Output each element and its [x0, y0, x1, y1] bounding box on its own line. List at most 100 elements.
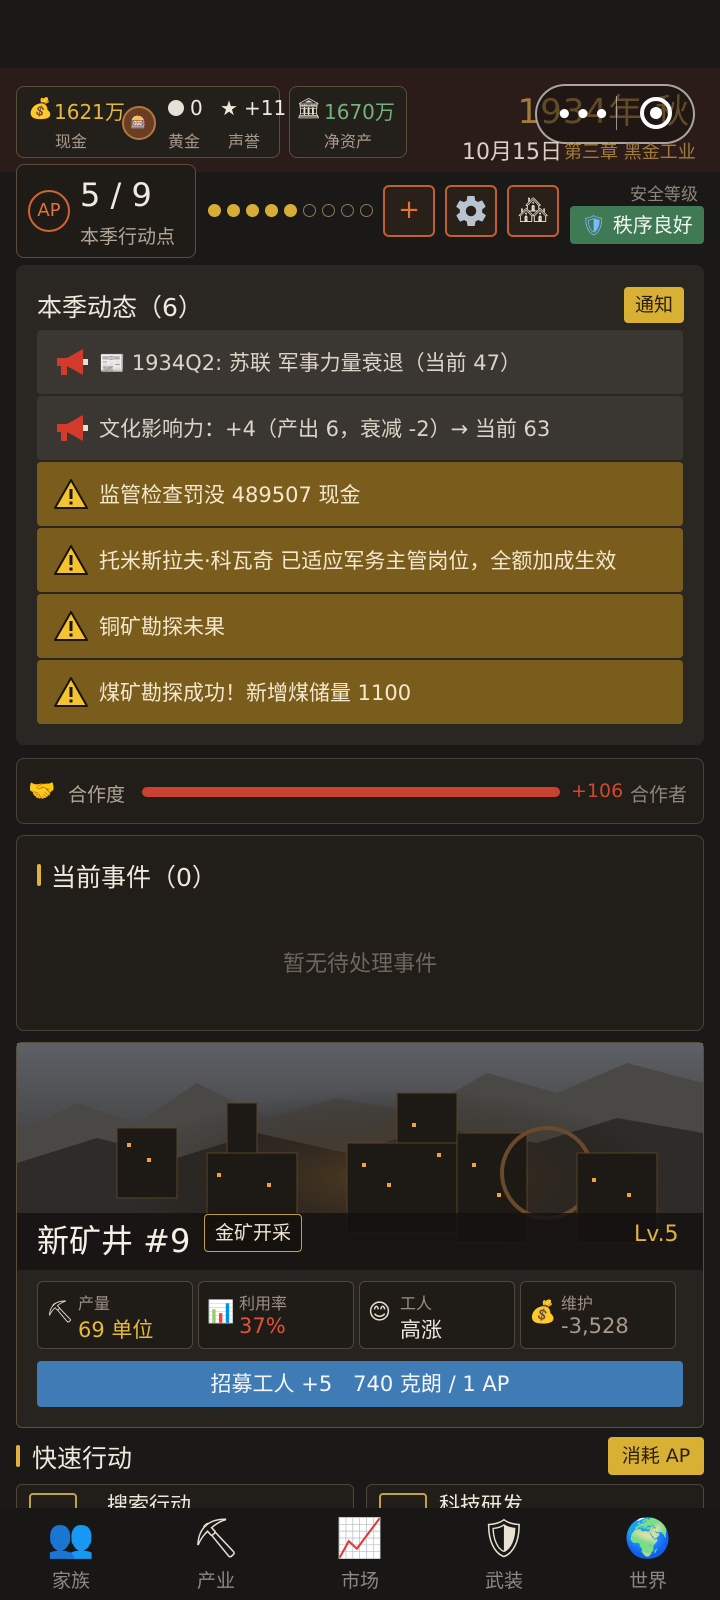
settings-button[interactable]	[445, 185, 497, 237]
cooperation-label: 合作度	[68, 784, 126, 806]
feed-item-text: 煤矿勘探成功！新增煤储量 1100	[99, 681, 412, 705]
nav-armed[interactable]: 🛡 武装	[454, 1512, 554, 1600]
ap-dot-filled	[246, 204, 259, 217]
mine-stat-value: -3,528	[561, 1314, 629, 1338]
feed-item[interactable]: 铜矿勘探未果	[37, 594, 683, 658]
home-button[interactable]: 🏘	[507, 185, 559, 237]
feed-item-text: 文化影响力：+4（产出 6，衰减 -2）→ 当前 63	[99, 417, 551, 441]
nav-label: 家族	[51, 1570, 90, 1592]
house-icon: 🏘	[517, 196, 549, 224]
chart-icon: 📈	[336, 1516, 384, 1560]
quick-actions-accent	[16, 1445, 20, 1467]
ap-badge: AP	[28, 190, 70, 232]
feed-item-text: 托米斯拉夫·科瓦奇 已适应军务主管岗位，全额加成生效	[99, 549, 617, 573]
ap-dot-filled	[265, 204, 278, 217]
pickaxe-icon: ⛏	[46, 1300, 74, 1325]
cooperation-status: 合作者	[630, 784, 688, 806]
shield-icon: 🛡	[581, 213, 607, 237]
megaphone-icon	[57, 349, 88, 375]
feed-item[interactable]: 监管检查罚没 489507 现金	[37, 462, 683, 526]
nav-label: 世界	[628, 1570, 667, 1592]
security-level-title: 安全等级	[630, 185, 698, 205]
notice-button[interactable]: 通知	[624, 287, 684, 323]
bar-chart-icon: 📊	[207, 1300, 235, 1325]
mine-name: 新矿井 #9	[37, 1222, 191, 1260]
mine-stat-label: 产量	[78, 1294, 111, 1313]
ap-dots	[208, 204, 373, 218]
cooperation-bar	[142, 787, 560, 797]
warning-icon	[54, 677, 88, 707]
shield-icon: 🛡	[479, 1516, 529, 1560]
feed-item-text: 监管检查罚没 489507 现金	[99, 483, 361, 507]
reputation-label: 声誉	[228, 132, 261, 151]
money-bag-icon: 💰	[529, 1300, 557, 1325]
ap-dot-empty	[322, 204, 335, 217]
events-title-accent	[37, 864, 41, 886]
pickaxe-icon: ⛏	[191, 1516, 241, 1560]
nav-label: 市场	[340, 1570, 379, 1592]
ap-dot-empty	[360, 204, 373, 217]
ap-label: 本季行动点	[80, 226, 176, 248]
mine-stat-1: 📊 利用率 37%	[198, 1281, 354, 1349]
date-text: 10月15日	[462, 140, 562, 165]
gold-coin-icon	[168, 100, 184, 116]
globe-icon: 🌍	[624, 1516, 672, 1560]
nav-family[interactable]: 👥 家族	[21, 1512, 121, 1600]
mine-stat-label: 利用率	[239, 1294, 288, 1313]
ap-dot-empty	[341, 204, 354, 217]
mine-stat-0: ⛏ 产量 69 单位	[37, 1281, 193, 1349]
net-assets-value: 1670万	[324, 100, 395, 124]
cash-value: 1621万	[54, 100, 125, 124]
feed-item-text: 铜矿勘探未果	[99, 615, 225, 639]
warning-icon	[54, 545, 88, 575]
handshake-icon: 🤝	[28, 779, 56, 804]
gear-icon	[456, 195, 486, 227]
add-button[interactable]: +	[383, 185, 435, 237]
feed-item[interactable]: 托米斯拉夫·科瓦奇 已适应军务主管岗位，全额加成生效	[37, 528, 683, 592]
mine-tag: 金矿开采	[204, 1214, 303, 1252]
family-icon: 👥	[47, 1516, 95, 1560]
money-bag-icon: 💰	[28, 96, 53, 120]
mine-stat-value: 37%	[239, 1314, 286, 1338]
mine-stat-2: 😊 工人高涨	[359, 1281, 515, 1349]
feed-item-text: 📰 1934Q2: 苏联 军事力量衰退（当前 47）	[99, 351, 521, 375]
security-status-text: 秩序良好	[612, 213, 693, 237]
ap-dot-empty	[303, 204, 316, 217]
events-empty-text: 暂无待处理事件	[282, 952, 437, 977]
capsule-divider	[616, 96, 617, 130]
ap-dot-filled	[208, 204, 221, 217]
ap-value: 5 / 9	[80, 176, 152, 214]
more-icon[interactable]: •••	[556, 100, 612, 130]
ap-dot-filled	[227, 204, 240, 217]
recruit-workers-button[interactable]: 招募工人 +5 740 克朗 / 1 AP	[37, 1361, 683, 1407]
warning-icon	[54, 611, 88, 641]
cooperation-value: +106	[571, 780, 624, 802]
security-status-badge[interactable]: 🛡 秩序良好	[570, 206, 704, 244]
nav-market[interactable]: 📈 市场	[310, 1512, 410, 1600]
feed-item[interactable]: 煤矿勘探成功！新增煤储量 1100	[37, 660, 683, 724]
reputation-value: +11	[244, 96, 287, 120]
nav-industry[interactable]: ⛏ 产业	[166, 1512, 266, 1600]
gold-value: 0	[190, 96, 203, 120]
ap-dot-filled	[284, 204, 297, 217]
net-assets-label: 净资产	[324, 132, 373, 151]
chapter-text: 第三章 黑金工业	[564, 142, 696, 163]
mine-stat-value: 高涨	[400, 1318, 442, 1342]
slot-machine-icon[interactable]: 🎰	[122, 106, 156, 140]
mine-stat-label: 工人	[400, 1294, 433, 1313]
feed-item[interactable]: 📰 1934Q2: 苏联 军事力量衰退（当前 47）	[37, 330, 683, 394]
mine-stat-label: 维护	[561, 1294, 594, 1313]
smiley-icon: 😊	[368, 1300, 391, 1325]
feed-item[interactable]: 文化影响力：+4（产出 6，衰减 -2）→ 当前 63	[37, 396, 683, 460]
nav-world[interactable]: 🌍 世界	[598, 1512, 698, 1600]
nav-label: 产业	[196, 1570, 235, 1592]
close-target-icon[interactable]	[640, 97, 672, 129]
mine-stat-value: 69 单位	[78, 1318, 154, 1342]
gold-label: 黄金	[168, 132, 201, 151]
ap-cost-badge: 消耗 AP	[608, 1437, 704, 1475]
feed-title: 本季动态（6）	[37, 293, 203, 322]
warning-icon	[54, 479, 88, 509]
mine-stat-3: 💰 维护 -3,528	[520, 1281, 676, 1349]
quick-actions-title: 快速行动	[32, 1444, 133, 1473]
mine-level: Lv.5	[634, 1222, 679, 1247]
